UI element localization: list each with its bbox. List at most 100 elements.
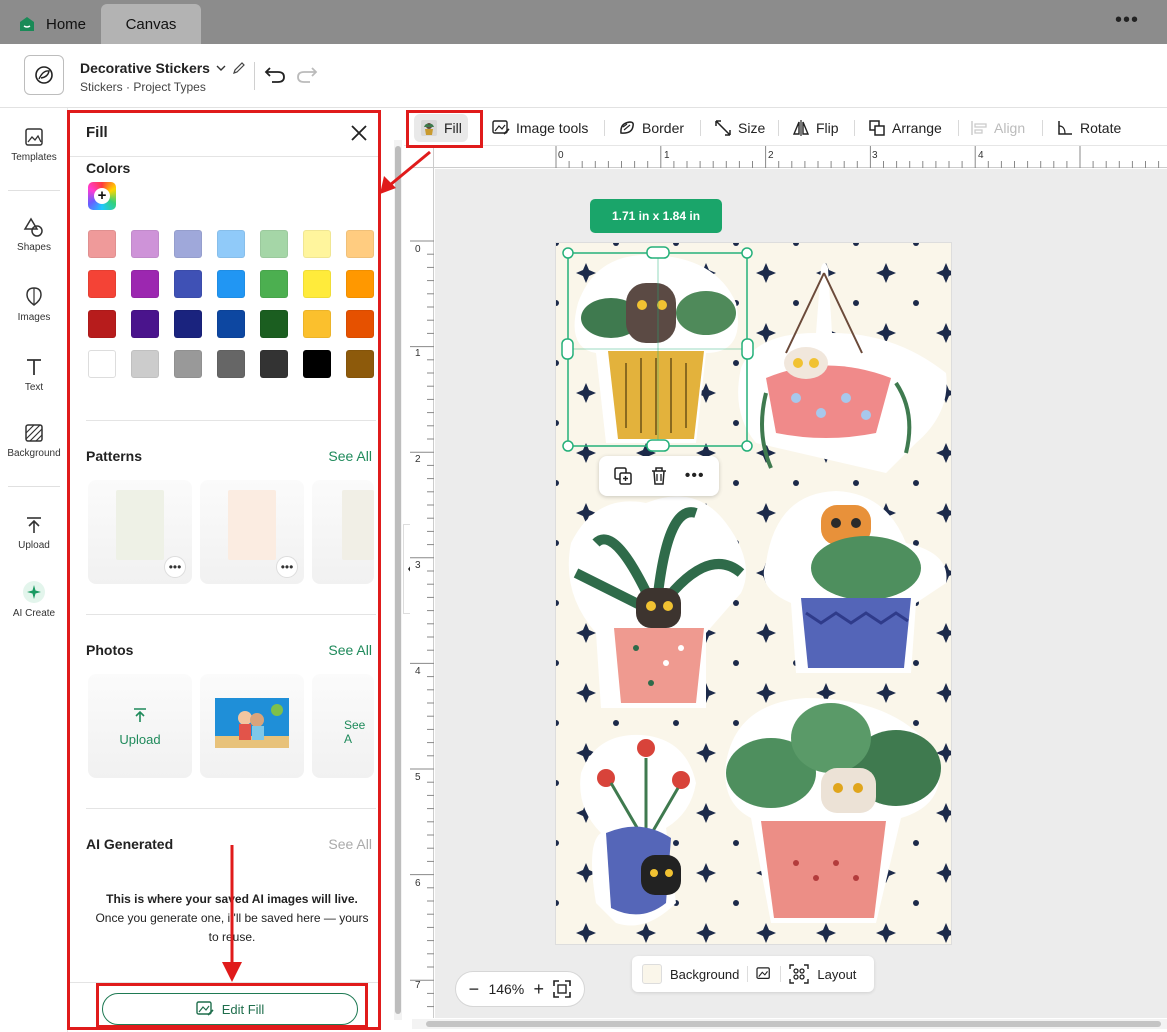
pencil-icon[interactable]	[232, 61, 246, 75]
more-options-icon[interactable]: •••	[164, 556, 186, 578]
app-logo[interactable]	[24, 55, 64, 95]
sticker-sheet-illustration[interactable]	[556, 243, 952, 945]
duplicate-icon[interactable]	[613, 466, 633, 486]
edit-fill-label: Edit Fill	[221, 1001, 265, 1017]
photo-card[interactable]	[200, 674, 304, 778]
toolbar-divider	[958, 120, 959, 136]
rail-ai-create[interactable]: AI Create	[0, 580, 68, 619]
color-swatch[interactable]	[88, 350, 116, 378]
size-button[interactable]: Size	[714, 110, 765, 146]
zoom-out-button[interactable]: −	[469, 979, 480, 1000]
color-swatch[interactable]	[174, 310, 202, 338]
image-edit-icon[interactable]	[756, 967, 772, 981]
color-swatch[interactable]	[303, 310, 331, 338]
rail-images[interactable]: Images	[0, 286, 68, 323]
border-label: Border	[642, 120, 685, 136]
color-swatch[interactable]	[303, 270, 331, 298]
arrange-button[interactable]: Arrange	[868, 110, 942, 146]
patterns-see-all-link[interactable]: See All	[328, 448, 372, 464]
fill-panel: Fill Colors + Patterns See All ••• ••• P…	[70, 110, 380, 1032]
color-swatch[interactable]	[260, 230, 288, 258]
undo-icon[interactable]	[264, 64, 286, 84]
redo-icon[interactable]	[296, 64, 318, 84]
photos-see-all-link[interactable]: See All	[328, 642, 372, 658]
zoom-in-button[interactable]: +	[534, 979, 545, 1000]
color-swatch[interactable]	[217, 350, 245, 378]
tab-home[interactable]: Home	[18, 4, 86, 44]
border-button[interactable]: Border	[618, 110, 684, 146]
color-swatch[interactable]	[174, 230, 202, 258]
sticker-artboard[interactable]	[555, 242, 952, 945]
canvas-area[interactable]: 1.71 in x 1.84 in ••• − 146% + Backgroun…	[435, 169, 1167, 1018]
rotate-button[interactable]: Rotate	[1056, 110, 1121, 146]
canvas-scrollbar[interactable]	[412, 1019, 1167, 1029]
flip-label: Flip	[816, 120, 839, 136]
color-swatch[interactable]	[303, 350, 331, 378]
scrollbar-thumb[interactable]	[395, 146, 401, 1014]
more-options-icon[interactable]: •••	[1115, 10, 1139, 30]
ruler-v-label: 2	[415, 454, 421, 465]
color-swatch[interactable]	[260, 270, 288, 298]
color-swatch[interactable]	[217, 230, 245, 258]
color-swatch[interactable]	[346, 350, 374, 378]
fill-tool-button[interactable]: Fill	[414, 114, 468, 142]
edit-fill-button[interactable]: Edit Fill	[102, 993, 358, 1025]
canvas-bottom-bar: Background Layout	[632, 956, 874, 992]
color-swatch[interactable]	[217, 270, 245, 298]
project-breadcrumb[interactable]: Stickers · Project Types	[80, 80, 206, 94]
background-button[interactable]: Background	[670, 967, 739, 982]
color-swatch[interactable]	[131, 350, 159, 378]
color-swatch[interactable]	[303, 230, 331, 258]
trash-icon[interactable]	[650, 466, 668, 486]
flip-button[interactable]: Flip	[792, 110, 839, 146]
color-swatch[interactable]	[346, 310, 374, 338]
pattern-card[interactable]: •••	[200, 480, 304, 584]
more-options-icon[interactable]: •••	[685, 467, 705, 485]
pattern-card[interactable]	[312, 480, 374, 584]
background-thumbnail[interactable]	[642, 964, 662, 984]
color-swatch[interactable]	[174, 350, 202, 378]
align-button[interactable]: Align	[970, 110, 1025, 146]
colors-label: Colors	[86, 160, 131, 176]
ai-empty-title: This is where your saved AI images will …	[106, 892, 358, 906]
custom-color-button[interactable]: +	[88, 182, 116, 210]
image-tools-label: Image tools	[516, 120, 589, 136]
color-swatch[interactable]	[88, 270, 116, 298]
resize-icon	[715, 120, 731, 136]
color-swatch[interactable]	[260, 310, 288, 338]
image-tools-button[interactable]: Image tools	[492, 110, 588, 146]
rail-background[interactable]: Background	[0, 422, 68, 459]
color-swatch[interactable]	[88, 230, 116, 258]
color-swatch[interactable]	[346, 270, 374, 298]
photo-upload-card[interactable]: Upload	[88, 674, 192, 778]
color-swatch[interactable]	[217, 310, 245, 338]
color-swatch[interactable]	[88, 310, 116, 338]
panel-scrollbar[interactable]	[394, 140, 402, 1020]
color-swatch[interactable]	[131, 270, 159, 298]
project-header: Decorative Stickers Stickers · Project T…	[0, 44, 1167, 108]
left-rail: Templates Shapes Images Text Background …	[0, 108, 68, 1032]
rail-text[interactable]: Text	[0, 356, 68, 393]
panel-footer: Edit Fill	[70, 982, 380, 1032]
color-swatch[interactable]	[174, 270, 202, 298]
rail-shapes[interactable]: Shapes	[0, 216, 68, 253]
rail-templates[interactable]: Templates	[0, 126, 68, 163]
color-swatch[interactable]	[131, 310, 159, 338]
photo-see-all-card[interactable]: See A	[312, 674, 374, 778]
close-icon[interactable]	[350, 124, 368, 142]
color-swatch[interactable]	[346, 230, 374, 258]
tab-canvas[interactable]: Canvas	[101, 4, 201, 44]
rail-background-label: Background	[7, 448, 61, 459]
scrollbar-thumb[interactable]	[426, 1021, 1161, 1027]
border-icon	[620, 121, 634, 134]
pattern-card[interactable]: •••	[88, 480, 192, 584]
layout-icon[interactable]	[789, 964, 810, 984]
project-title[interactable]: Decorative Stickers	[80, 60, 246, 76]
fit-to-screen-icon[interactable]	[553, 980, 572, 998]
more-options-icon[interactable]: •••	[276, 556, 298, 578]
color-swatch[interactable]	[131, 230, 159, 258]
chevron-down-icon[interactable]	[216, 64, 226, 72]
layout-button[interactable]: Layout	[817, 967, 856, 982]
color-swatch[interactable]	[260, 350, 288, 378]
rail-upload[interactable]: Upload	[0, 514, 68, 551]
